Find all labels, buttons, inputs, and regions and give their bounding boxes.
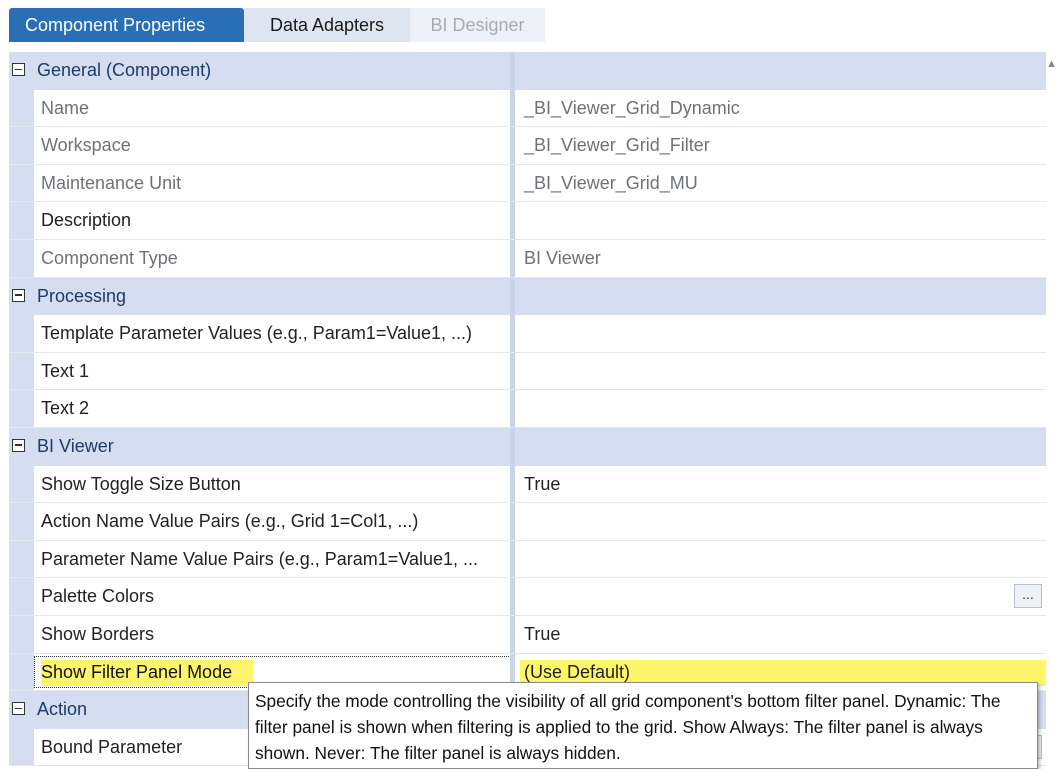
category-general[interactable]: General (Component) bbox=[9, 52, 1046, 90]
row-gutter bbox=[9, 202, 34, 239]
collapse-icon[interactable] bbox=[12, 63, 25, 76]
property-row-name[interactable]: Name _BI_Viewer_Grid_Dynamic bbox=[9, 89, 1046, 128]
collapse-icon[interactable] bbox=[12, 438, 25, 452]
property-row-workspace[interactable]: Workspace _BI_Viewer_Grid_Filter bbox=[9, 127, 1046, 165]
column-splitter[interactable] bbox=[510, 277, 515, 316]
property-name: Parameter Name Value Pairs (e.g., Param1… bbox=[41, 548, 479, 569]
category-label: General (Component) bbox=[37, 60, 212, 80]
column-splitter[interactable] bbox=[510, 615, 515, 653]
property-name: Text 2 bbox=[41, 398, 90, 419]
property-name: Palette Colors bbox=[41, 586, 155, 607]
property-name: Action Name Value Pairs (e.g., Grid 1=Co… bbox=[41, 511, 419, 532]
property-row-text2[interactable]: Text 2 bbox=[9, 390, 1046, 428]
collapse-icon[interactable] bbox=[12, 702, 25, 716]
column-splitter[interactable] bbox=[510, 52, 515, 90]
row-gutter bbox=[9, 390, 34, 427]
property-description-tooltip: Specify the mode controlling the visibil… bbox=[248, 682, 1038, 769]
category-bi-viewer[interactable]: BI Viewer bbox=[9, 427, 1046, 466]
category-processing[interactable]: Processing bbox=[9, 277, 1046, 316]
row-gutter bbox=[9, 164, 34, 202]
row-gutter bbox=[9, 465, 34, 503]
scrollbar-up-arrow[interactable]: ▲ bbox=[1046, 58, 1057, 70]
row-gutter bbox=[9, 89, 34, 127]
property-row-text1[interactable]: Text 1 bbox=[9, 352, 1046, 391]
property-name: Text 1 bbox=[41, 360, 90, 381]
show-toggle-size-select[interactable]: True bbox=[524, 466, 1024, 503]
property-value: _BI_Viewer_Grid_MU bbox=[524, 172, 698, 193]
column-splitter[interactable] bbox=[510, 127, 515, 164]
row-gutter bbox=[9, 352, 34, 390]
row-gutter bbox=[9, 578, 34, 615]
row-gutter bbox=[9, 653, 34, 691]
category-label: Processing bbox=[37, 285, 127, 306]
property-row-parameter-name-value-pairs[interactable]: Parameter Name Value Pairs (e.g., Param1… bbox=[9, 540, 1046, 579]
row-gutter bbox=[9, 127, 34, 164]
property-row-show-borders[interactable]: Show Borders True bbox=[9, 615, 1046, 654]
column-splitter[interactable] bbox=[510, 352, 515, 390]
row-gutter bbox=[9, 615, 34, 653]
property-row-component-type[interactable]: Component Type BI Viewer bbox=[9, 239, 1046, 278]
column-splitter[interactable] bbox=[510, 239, 515, 277]
property-row-palette-colors[interactable]: Palette Colors ... bbox=[9, 578, 1046, 616]
tab-data-adapters[interactable]: Data Adapters bbox=[244, 8, 410, 42]
column-splitter[interactable] bbox=[510, 390, 515, 427]
collapse-icon[interactable] bbox=[12, 288, 25, 302]
property-value: _BI_Viewer_Grid_Filter bbox=[524, 135, 710, 156]
row-gutter bbox=[9, 540, 34, 578]
property-value: BI Viewer bbox=[524, 247, 601, 268]
column-splitter[interactable] bbox=[510, 202, 515, 239]
column-splitter[interactable] bbox=[510, 89, 515, 127]
property-name: Template Parameter Values (e.g., Param1=… bbox=[41, 323, 473, 344]
property-row-maintenance-unit[interactable]: Maintenance Unit _BI_Viewer_Grid_MU bbox=[9, 164, 1046, 203]
property-name: Description bbox=[41, 210, 132, 231]
property-name: Show Borders bbox=[41, 623, 155, 644]
property-row-show-toggle-size-button[interactable]: Show Toggle Size Button True bbox=[9, 465, 1046, 504]
column-splitter[interactable] bbox=[510, 164, 515, 202]
property-value: _BI_Viewer_Grid_Dynamic bbox=[524, 97, 740, 118]
row-gutter bbox=[9, 315, 34, 352]
property-name: Maintenance Unit bbox=[41, 172, 182, 193]
property-row-description[interactable]: Description bbox=[9, 202, 1046, 240]
row-gutter bbox=[9, 503, 34, 540]
property-name: Name bbox=[41, 97, 90, 118]
row-gutter bbox=[9, 239, 34, 277]
column-splitter[interactable] bbox=[510, 503, 515, 540]
property-row-template-parameters[interactable]: Template Parameter Values (e.g., Param1=… bbox=[9, 315, 1046, 353]
show-borders-select[interactable]: True bbox=[524, 616, 1024, 653]
category-label: Action bbox=[37, 699, 88, 720]
tab-bi-designer: BI Designer bbox=[410, 8, 545, 42]
tab-component-properties[interactable]: Component Properties bbox=[9, 8, 244, 42]
column-splitter[interactable] bbox=[510, 427, 515, 466]
property-grid: General (Component) Name _BI_Viewer_Grid… bbox=[9, 52, 1046, 767]
property-name: Show Toggle Size Button bbox=[41, 473, 241, 494]
property-name: Workspace bbox=[41, 135, 131, 156]
row-gutter bbox=[9, 728, 34, 766]
column-splitter[interactable] bbox=[510, 465, 515, 503]
tab-bar: Component Properties Data Adapters BI De… bbox=[9, 8, 545, 42]
palette-colors-browse-button[interactable]: ... bbox=[1014, 584, 1042, 609]
property-name: Component Type bbox=[41, 247, 178, 268]
column-splitter[interactable] bbox=[510, 540, 515, 578]
category-label: BI Viewer bbox=[37, 435, 114, 456]
property-row-action-name-value-pairs[interactable]: Action Name Value Pairs (e.g., Grid 1=Co… bbox=[9, 503, 1046, 541]
column-splitter[interactable] bbox=[510, 315, 515, 352]
column-splitter[interactable] bbox=[510, 578, 515, 615]
